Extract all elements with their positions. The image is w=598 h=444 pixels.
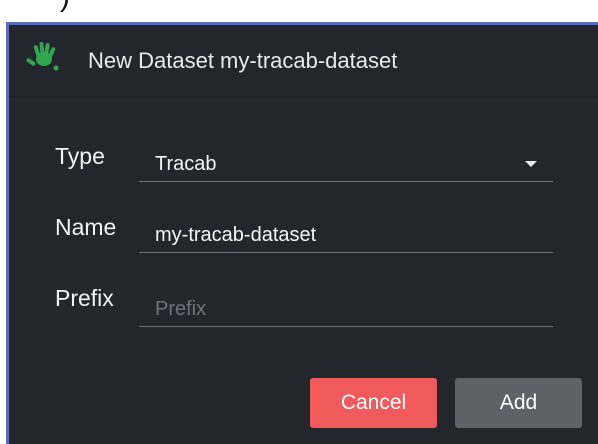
prefix-input[interactable]: Prefix xyxy=(139,287,553,327)
add-button[interactable]: Add xyxy=(455,378,582,428)
name-input-value: my-tracab-dataset xyxy=(155,224,317,246)
header-divider xyxy=(9,96,598,97)
type-label: Type xyxy=(55,143,105,169)
prefix-label: Prefix xyxy=(55,285,114,311)
chevron-down-icon[interactable] xyxy=(525,161,537,167)
type-select[interactable]: Tracab xyxy=(139,142,553,182)
type-select-value: Tracab xyxy=(155,153,217,175)
green-hand-icon xyxy=(26,42,59,71)
prefix-input-placeholder: Prefix xyxy=(155,298,207,320)
dialog-header: New Dataset my-tracab-dataset xyxy=(9,25,598,97)
dialog-title: New Dataset my-tracab-dataset xyxy=(88,48,398,73)
cancel-button[interactable]: Cancel xyxy=(310,378,437,428)
window-behind-strip: ) xyxy=(0,0,598,22)
clipped-background-text: ) xyxy=(60,0,70,14)
name-input[interactable]: my-tracab-dataset xyxy=(139,213,553,253)
name-label: Name xyxy=(55,214,117,240)
new-dataset-dialog: New Dataset my-tracab-dataset Type Traca… xyxy=(6,22,598,444)
